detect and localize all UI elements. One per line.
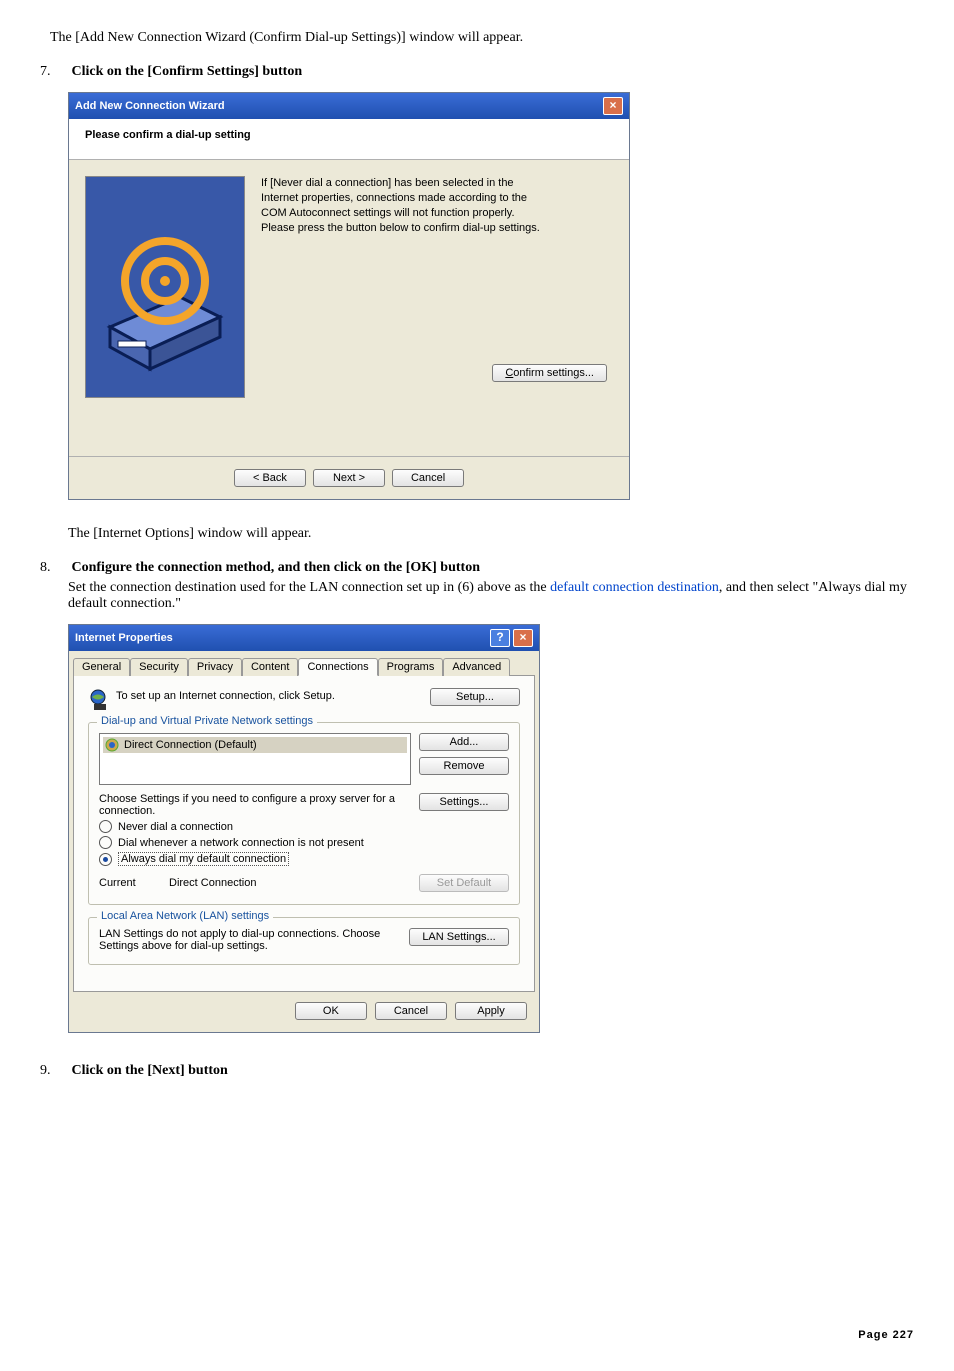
radio-label: Dial whenever a network connection is no… [118, 837, 364, 849]
step-9: 9. Click on the [Next] button [40, 1063, 914, 1079]
help-icon[interactable]: ? [490, 629, 510, 647]
internet-properties-dialog: Internet Properties ? × General Security… [68, 624, 540, 1033]
lan-text: LAN Settings do not apply to dial-up con… [99, 928, 409, 952]
lan-legend: Local Area Network (LAN) settings [97, 910, 273, 922]
step-7-title: Click on the [Confirm Settings] button [72, 64, 303, 79]
apply-button[interactable]: Apply [455, 1002, 527, 1020]
wizard-desc-line: Internet properties, connections made ac… [261, 191, 613, 206]
connections-panel: To set up an Internet connection, click … [73, 675, 535, 992]
post-wizard-text: The [Internet Options] window will appea… [68, 526, 914, 542]
radio-always[interactable]: Always dial my default connection [99, 852, 509, 866]
close-icon[interactable]: × [603, 97, 623, 115]
step-8-pre: Set the connection destination used for … [68, 580, 550, 595]
tab-privacy[interactable]: Privacy [188, 658, 242, 676]
tab-connections[interactable]: Connections [298, 658, 377, 676]
step-7-number: 7. [40, 64, 68, 80]
back-button[interactable]: < Back [234, 469, 306, 487]
page-number: 227 [893, 1329, 914, 1341]
props-titlebar: Internet Properties ? × [69, 625, 539, 651]
tab-general[interactable]: General [73, 658, 130, 676]
wizard-description: If [Never dial a connection] has been se… [261, 176, 613, 436]
add-button[interactable]: Add... [419, 733, 509, 751]
wizard-desc-line: Please press the button below to confirm… [261, 221, 613, 236]
choose-settings-text: Choose Settings if you need to configure… [99, 793, 419, 817]
close-icon[interactable]: × [513, 629, 533, 647]
wizard-subheader: Please confirm a dial-up setting [69, 119, 629, 160]
confirm-settings-button[interactable]: Confirm settings... [492, 364, 607, 382]
setup-text: To set up an Internet connection, click … [116, 688, 430, 702]
cancel-button[interactable]: Cancel [375, 1002, 447, 1020]
next-button[interactable]: Next > [313, 469, 385, 487]
wizard-title: Add New Connection Wizard [75, 100, 225, 112]
cancel-button[interactable]: Cancel [392, 469, 464, 487]
props-footer: OK Cancel Apply [69, 992, 539, 1032]
tabs-row: General Security Privacy Content Connect… [69, 651, 539, 675]
props-title: Internet Properties [75, 632, 173, 644]
step-8-body: Set the connection destination used for … [68, 580, 914, 612]
wizard-graphic [85, 176, 245, 398]
step-8-number: 8. [40, 560, 68, 576]
tab-security[interactable]: Security [130, 658, 188, 676]
default-connection-link[interactable]: default connection destination [550, 580, 719, 595]
radio-whenever[interactable]: Dial whenever a network connection is no… [99, 836, 509, 849]
tab-programs[interactable]: Programs [378, 658, 444, 676]
tab-content[interactable]: Content [242, 658, 299, 676]
step-8-title: Configure the connection method, and the… [72, 560, 480, 575]
connections-listbox[interactable]: Direct Connection (Default) [99, 733, 411, 785]
list-item[interactable]: Direct Connection (Default) [103, 737, 407, 753]
list-item-label: Direct Connection (Default) [124, 739, 257, 751]
wizard-footer: < Back Next > Cancel [69, 456, 629, 499]
setup-button[interactable]: Setup... [430, 688, 520, 706]
globe-icon [88, 688, 116, 712]
tab-advanced[interactable]: Advanced [443, 658, 510, 676]
wizard-desc-line: If [Never dial a connection] has been se… [261, 176, 613, 191]
wizard-dialog: Add New Connection Wizard × Please confi… [68, 92, 630, 500]
wizard-desc-line: COM Autoconnect settings will not functi… [261, 206, 613, 221]
radio-never[interactable]: Never dial a connection [99, 820, 509, 833]
settings-button[interactable]: Settings... [419, 793, 509, 811]
intro-text: The [Add New Connection Wizard (Confirm … [50, 30, 914, 46]
set-default-button: Set Default [419, 874, 509, 892]
ok-button[interactable]: OK [295, 1002, 367, 1020]
step-7: 7. Click on the [Confirm Settings] butto… [40, 64, 914, 80]
current-label: Current [99, 877, 169, 889]
radio-label: Never dial a connection [118, 821, 233, 833]
page-footer: Page 227 [40, 1329, 914, 1341]
radio-label: Always dial my default connection [118, 852, 289, 866]
lan-settings-button[interactable]: LAN Settings... [409, 928, 509, 946]
dialup-fieldset: Dial-up and Virtual Private Network sett… [88, 722, 520, 905]
wizard-titlebar: Add New Connection Wizard × [69, 93, 629, 119]
dialup-legend: Dial-up and Virtual Private Network sett… [97, 715, 317, 727]
lan-fieldset: Local Area Network (LAN) settings LAN Se… [88, 917, 520, 965]
step-9-title: Click on the [Next] button [72, 1063, 228, 1078]
current-value: Direct Connection [169, 877, 419, 889]
step-8: 8. Configure the connection method, and … [40, 560, 914, 612]
page-label: Page [858, 1329, 892, 1341]
radio-icon [99, 836, 112, 849]
radio-icon [99, 853, 112, 866]
remove-button[interactable]: Remove [419, 757, 509, 775]
wizard-body: If [Never dial a connection] has been se… [69, 160, 629, 456]
step-9-number: 9. [40, 1063, 68, 1079]
connection-icon [105, 738, 119, 752]
radio-icon [99, 820, 112, 833]
